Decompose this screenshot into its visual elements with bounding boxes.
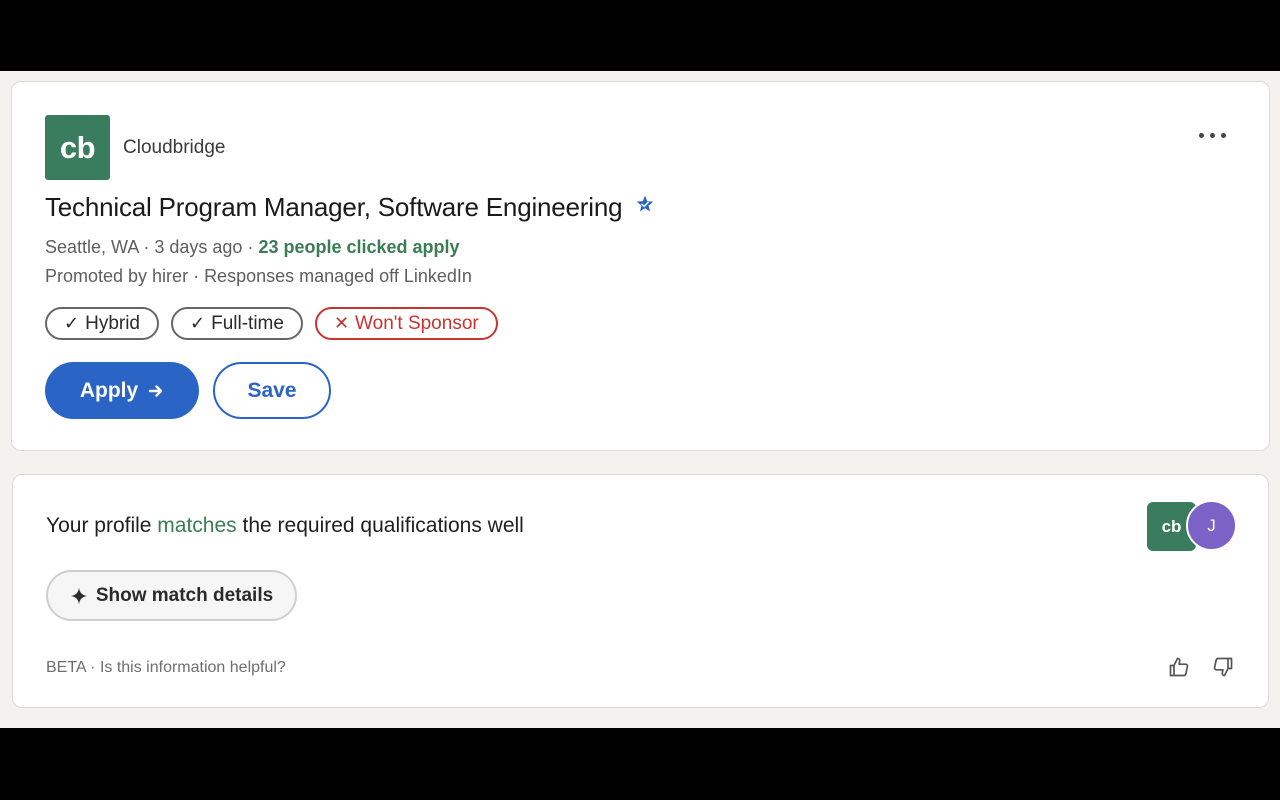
match-avatars: cb J xyxy=(1147,500,1237,551)
apply-button[interactable]: Apply xyxy=(45,362,199,419)
meta-separator: · xyxy=(242,237,259,257)
match-headline-prefix: Your profile xyxy=(46,514,158,537)
job-detail-viewport: cb Cloudbridge Technical Program Manager… xyxy=(0,71,1280,728)
show-match-details-button[interactable]: Show match details xyxy=(46,570,297,621)
match-headline: Your profile matches the required qualif… xyxy=(46,514,524,538)
tag-hybrid[interactable]: ✓ Hybrid xyxy=(45,307,159,340)
feedback-prompt: BETA · Is this information helpful? xyxy=(46,659,286,677)
responses-managed-label: Responses managed off LinkedIn xyxy=(204,266,472,286)
job-title[interactable]: Technical Program Manager, Software Engi… xyxy=(45,192,623,223)
more-options-button[interactable] xyxy=(1189,118,1235,152)
job-actions: Apply Save xyxy=(45,362,331,419)
tag-label: Hybrid xyxy=(85,312,140,334)
arrow-right-icon xyxy=(148,384,163,397)
promoted-label: Promoted by hirer xyxy=(45,266,189,286)
close-icon: ✕ xyxy=(333,313,350,333)
sparkle-icon xyxy=(70,587,87,604)
job-meta-primary: Seattle, WA · 3 days ago · 23 people cli… xyxy=(45,237,460,258)
thumbs-up-icon[interactable] xyxy=(1167,655,1191,679)
tag-label: Won't Sponsor xyxy=(355,312,479,334)
job-location: Seattle, WA xyxy=(45,237,139,257)
checkmark-icon: ✓ xyxy=(190,313,206,333)
verified-star-icon[interactable] xyxy=(635,194,655,214)
applicant-count: 23 people clicked apply xyxy=(258,237,460,257)
job-summary-card: cb Cloudbridge Technical Program Manager… xyxy=(11,81,1270,451)
feedback-question: Is this information helpful? xyxy=(99,659,286,676)
tag-label: Full-time xyxy=(211,312,284,334)
save-button-label: Save xyxy=(247,378,297,402)
meta-separator: · xyxy=(188,266,205,286)
job-title-row: Technical Program Manager, Software Engi… xyxy=(45,192,655,223)
tag-full-time[interactable]: ✓ Full-time xyxy=(171,307,303,340)
tag-wont-sponsor[interactable]: ✕ Won't Sponsor xyxy=(314,307,498,340)
match-headline-highlight: matches xyxy=(157,514,237,537)
checkmark-icon: ✓ xyxy=(64,313,80,333)
more-horizontal-icon xyxy=(1198,132,1204,138)
user-avatar: J xyxy=(1186,500,1237,551)
job-posted-time: 3 days ago xyxy=(154,237,243,257)
meta-separator: · xyxy=(85,659,100,676)
job-insight-tags: ✓ Hybrid ✓ Full-time ✕ Won't Sponsor xyxy=(45,307,498,340)
company-logo[interactable]: cb xyxy=(45,115,110,180)
thumbs-down-icon[interactable] xyxy=(1211,655,1235,679)
profile-match-card: Your profile matches the required qualif… xyxy=(12,474,1269,708)
company-name-link[interactable]: Cloudbridge xyxy=(123,137,225,159)
job-meta-secondary: Promoted by hirer · Responses managed of… xyxy=(45,266,472,287)
show-match-details-label: Show match details xyxy=(95,584,274,606)
save-button[interactable]: Save xyxy=(213,362,331,419)
apply-button-label: Apply xyxy=(79,378,139,402)
meta-separator: · xyxy=(138,237,155,257)
match-headline-suffix: the required qualifications well xyxy=(236,514,524,537)
more-horizontal-icon-dot xyxy=(1220,132,1226,138)
beta-label: BETA xyxy=(46,659,86,676)
more-horizontal-icon-dot xyxy=(1209,132,1215,138)
